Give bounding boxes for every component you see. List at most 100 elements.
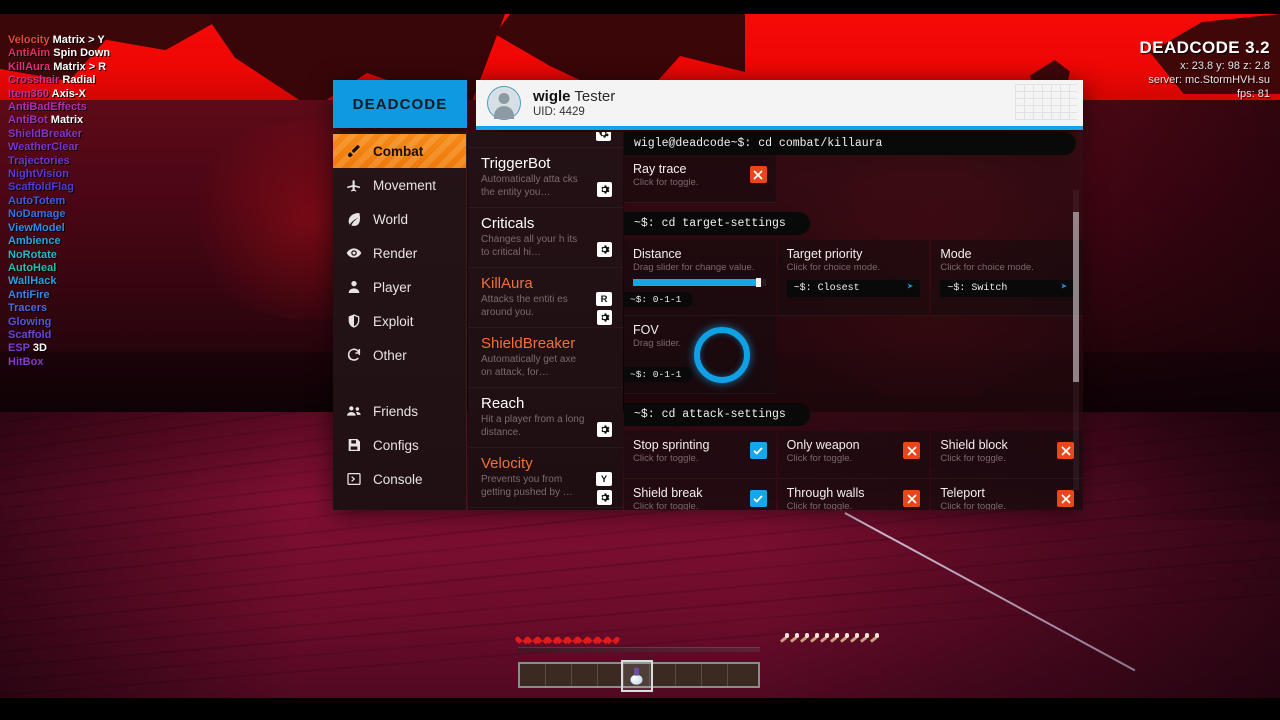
sidebar-item-combat[interactable]: Combat bbox=[333, 134, 466, 168]
sidebar-item-configs[interactable]: Configs bbox=[333, 428, 466, 462]
hotbar-slot[interactable] bbox=[676, 664, 702, 686]
setting-label: Through walls bbox=[786, 486, 865, 500]
hud-module-row: AntiBot Matrix bbox=[8, 114, 110, 127]
sidebar-item-player[interactable]: Player bbox=[333, 270, 466, 304]
module-item[interactable]: Criticals Changes all your h its to criti… bbox=[468, 208, 623, 268]
sword-icon bbox=[345, 143, 362, 160]
gear-icon[interactable] bbox=[597, 490, 612, 505]
distance-slider[interactable] bbox=[633, 278, 766, 287]
sidebar-item-movement[interactable]: Movement bbox=[333, 168, 466, 202]
scrollbar-thumb[interactable] bbox=[1073, 212, 1079, 382]
sidebar-item-console[interactable]: Console bbox=[333, 462, 466, 496]
module-name: KillAura bbox=[481, 275, 533, 292]
setting-only-weapon[interactable]: Only weapon Click for toggle. bbox=[777, 431, 930, 479]
gear-icon[interactable] bbox=[597, 242, 612, 257]
settings-spacer bbox=[778, 155, 930, 203]
settings-scrollbar[interactable] bbox=[1073, 190, 1079, 490]
account-username: wigle bbox=[533, 88, 571, 105]
hotbar[interactable] bbox=[518, 660, 760, 692]
hotbar-slot[interactable] bbox=[728, 664, 754, 686]
hotbar-slot[interactable] bbox=[650, 664, 676, 686]
hud-module-row: WeatherClear bbox=[8, 141, 110, 154]
hunger-icon bbox=[850, 633, 859, 642]
mode-dropdown[interactable]: ~$: Switch ➤ bbox=[940, 280, 1074, 297]
check-icon[interactable] bbox=[749, 490, 767, 507]
hud-module-name: ScaffoldFlag bbox=[8, 181, 75, 194]
sidebar-item-world[interactable]: World bbox=[333, 202, 466, 236]
close-icon[interactable] bbox=[1057, 490, 1075, 507]
status-bars bbox=[518, 633, 879, 642]
close-icon[interactable] bbox=[1057, 442, 1075, 459]
hunger-icon bbox=[790, 633, 799, 642]
hotbar-slot[interactable] bbox=[520, 664, 546, 686]
module-list[interactable]: TriggerBot Automatically atta cks the ent… bbox=[468, 132, 623, 510]
gear-icon[interactable] bbox=[597, 182, 612, 197]
hud-module-row: AntiBadEffects bbox=[8, 101, 110, 114]
fov-radial-slider[interactable] bbox=[693, 327, 750, 383]
hud-module-name: Glowing bbox=[8, 315, 52, 328]
setting-through-walls[interactable]: Through walls Click for toggle. bbox=[777, 479, 930, 510]
sidebar-item-label: Player bbox=[373, 279, 412, 295]
hunger-bar bbox=[780, 633, 879, 642]
setting-hint: Click for toggle. bbox=[940, 501, 1006, 510]
setting-label: FOV bbox=[633, 323, 659, 337]
hud-module-name: WeatherClear bbox=[8, 141, 79, 154]
hotbar-slot[interactable] bbox=[546, 664, 572, 686]
hud-module-name: AutoTotem bbox=[8, 194, 66, 207]
setting-shield-break[interactable]: Shield break Click for toggle. bbox=[624, 479, 776, 510]
hunger-icon bbox=[820, 633, 829, 642]
setting-stop-sprinting[interactable]: Stop sprinting Click for toggle. bbox=[624, 431, 776, 479]
sidebar-item-exploit[interactable]: Exploit bbox=[333, 304, 466, 338]
sidebar-item-friends[interactable]: Friends bbox=[333, 394, 466, 428]
setting-mode[interactable]: Mode Click for choice mode. ~$: Switch ➤ bbox=[931, 240, 1083, 316]
hud-module-row: ESP 3D bbox=[8, 342, 110, 355]
target-priority-dropdown[interactable]: ~$: Closest ➤ bbox=[786, 280, 920, 297]
setting-distance[interactable]: Distance Drag slider for change value. ~… bbox=[624, 240, 776, 316]
settings-row: Distance Drag slider for change value. ~… bbox=[624, 240, 1083, 316]
settings-breadcrumb: wigle@deadcode~$: cd combat/killaura bbox=[624, 132, 1076, 155]
sidebar-item-render[interactable]: Render bbox=[333, 236, 466, 270]
hud-module-row: Scaffold bbox=[8, 329, 110, 342]
module-item[interactable]: KillAura Attacks the entiti es around you… bbox=[468, 268, 623, 328]
sidebar-item-label: Other bbox=[373, 347, 407, 363]
slider-knob[interactable] bbox=[756, 278, 762, 287]
hud-module-name: ShieldBreaker bbox=[8, 127, 82, 140]
slider-fill bbox=[633, 279, 759, 286]
account-bar[interactable]: wigle Tester UID: 4429 bbox=[476, 80, 1083, 130]
hotbar-slot[interactable] bbox=[621, 660, 653, 692]
watermark-fps: fps: 81 bbox=[1236, 88, 1270, 100]
sidebar-item-other[interactable]: Other bbox=[333, 338, 466, 372]
hud-module-name: Crosshair bbox=[8, 74, 60, 87]
floor-shadow-left bbox=[0, 412, 300, 720]
check-icon[interactable] bbox=[749, 442, 767, 459]
hud-module-name: Item360 bbox=[8, 87, 49, 100]
module-item[interactable]: Reach Hit a player from a long distance. bbox=[468, 388, 623, 448]
module-keybind[interactable]: Y bbox=[596, 472, 612, 486]
setting-fov[interactable]: FOV Drag slider. ~$: 0-1-1 bbox=[624, 316, 776, 394]
module-item[interactable]: ShieldBreaker Automatically get axe on at… bbox=[468, 328, 623, 388]
setting-teleport[interactable]: Teleport Click for toggle. bbox=[931, 479, 1083, 510]
module-item[interactable]: TriggerBot Automatically atta cks the ent… bbox=[468, 148, 623, 208]
watermark-server: server: mc.StormHVH.su bbox=[1148, 74, 1270, 86]
hotbar-slot[interactable] bbox=[572, 664, 598, 686]
gear-icon[interactable] bbox=[596, 132, 611, 141]
module-item[interactable]: Velocity Prevents you from getting pushed… bbox=[468, 448, 623, 508]
setting-hint: Click for toggle. bbox=[940, 453, 1006, 464]
module-description: Hit a player from a long distance. bbox=[481, 414, 585, 438]
gear-icon[interactable] bbox=[597, 422, 612, 437]
module-description: Changes all your h its to critical hi… bbox=[481, 234, 578, 258]
close-icon[interactable] bbox=[903, 490, 921, 507]
hunger-icon bbox=[780, 633, 789, 642]
gear-icon[interactable] bbox=[597, 310, 612, 325]
setting-label: Distance bbox=[633, 247, 682, 261]
gui-topbar: DEADCODE wigle Tester UID: 4429 bbox=[333, 80, 1083, 130]
setting-ray-trace[interactable]: Ray trace Click for toggle. bbox=[624, 155, 776, 203]
close-icon[interactable] bbox=[903, 442, 921, 459]
hotbar-slot[interactable] bbox=[702, 664, 728, 686]
setting-hint: Click for toggle. bbox=[633, 453, 699, 464]
setting-shield-block[interactable]: Shield block Click for toggle. bbox=[931, 431, 1083, 479]
terminal-icon bbox=[345, 471, 362, 488]
close-icon[interactable] bbox=[749, 166, 767, 183]
module-keybind[interactable]: R bbox=[596, 292, 612, 306]
setting-target-priority[interactable]: Target priority Click for choice mode. ~… bbox=[777, 240, 930, 316]
